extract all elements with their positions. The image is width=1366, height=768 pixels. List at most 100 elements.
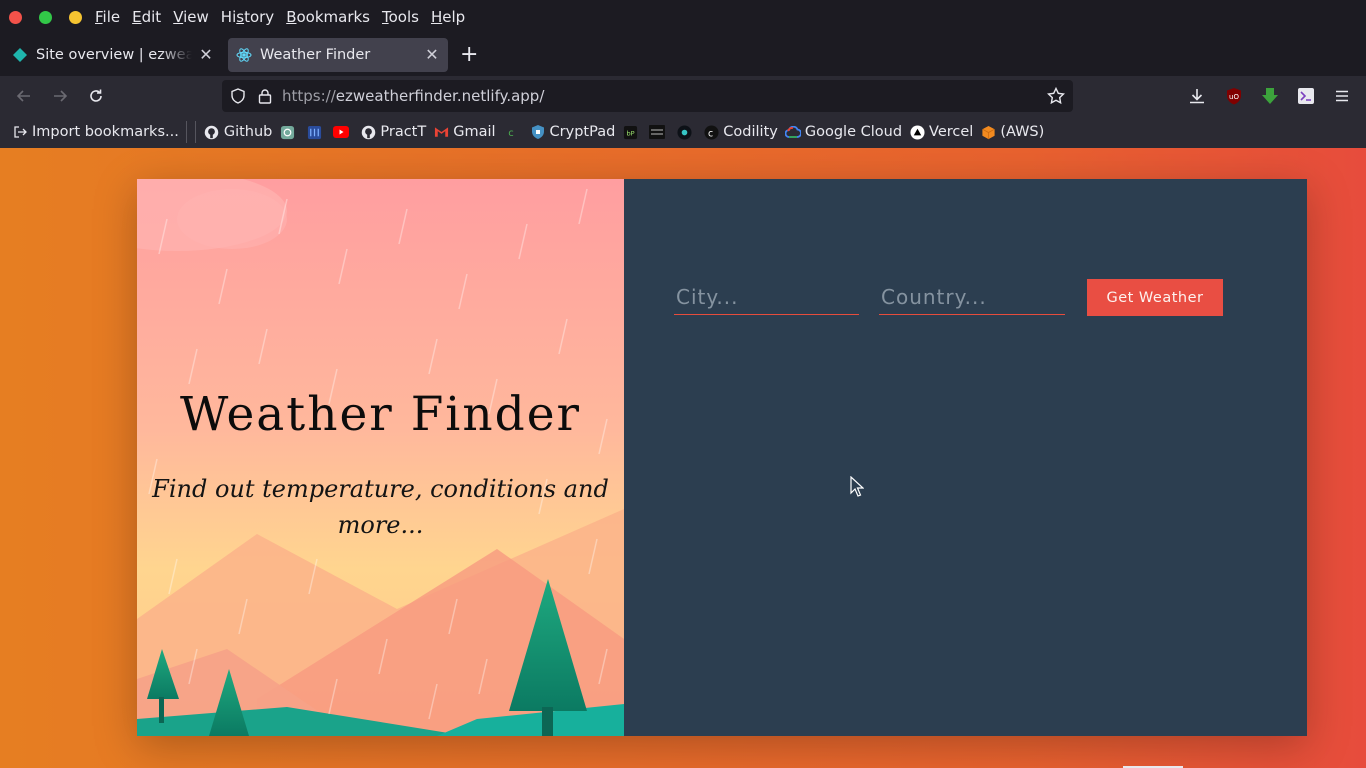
bookmark-item[interactable] [676,124,696,140]
bookmark-item[interactable]: Vercel [909,124,973,140]
bookmark-label: Github [223,124,273,140]
bp-icon: bP [622,124,638,140]
menu-item[interactable]: Edit [132,8,161,26]
tab-strip: Site overview | ezweatherfinder ✕ Weathe… [0,34,1366,76]
back-arrow-icon [16,90,30,102]
download-helper-extension-icon[interactable] [1258,84,1282,108]
menu-item[interactable]: Bookmarks [286,8,370,26]
bookmark-item[interactable]: Github [204,124,273,140]
menu-item[interactable]: History [221,8,274,26]
rainy-landscape-illustration [137,179,624,736]
bookmark-label: Vercel [929,124,974,140]
menu-items: File Edit View History Bookmarks Tools Help [95,8,477,26]
shield-icon[interactable] [230,88,246,108]
aws-icon [980,124,996,140]
tab-weather-finder[interactable]: Weather Finder ✕ [228,38,448,72]
blue-app-icon [306,124,322,140]
mouse-cursor-icon [850,476,864,497]
country-field [879,279,1065,315]
bookmarks-separator [194,121,196,143]
vercel-icon [909,124,925,140]
weather-card: Weather Finder Find out temperature, con… [137,179,1307,736]
url-text[interactable]: https://ezweatherfinder.netlify.app/ [282,87,544,105]
country-input[interactable] [879,279,1065,314]
title-panel: Weather Finder Find out temperature, con… [137,179,624,736]
maximize-window-button[interactable] [39,10,52,24]
bookmark-item[interactable]: Import bookmarks... [12,124,179,140]
bookmark-item[interactable] [333,124,353,140]
bookmark-label: CryptPad [549,124,616,140]
close-tab-icon[interactable]: ✕ [198,47,214,63]
bookmark-item[interactable]: CryptPad [530,124,616,140]
bookmark-label: (AWS) [1000,124,1045,140]
bookmark-item[interactable] [649,124,669,140]
terminal-extension-icon[interactable] [1294,84,1318,108]
download-icon [1190,89,1204,104]
ublock-extension-icon[interactable]: uO [1222,84,1246,108]
google-cloud-icon [784,124,801,140]
svg-text:bP: bP [626,129,634,137]
bookmark-item[interactable]: c Codility [703,124,778,140]
bookmark-item[interactable]: Google Cloud [784,124,903,140]
bookmark-item[interactable]: (AWS) [980,124,1044,140]
bookmark-item[interactable]: PractT [360,124,426,140]
dark-circle-icon [676,124,692,140]
get-weather-button[interactable]: Get Weather [1087,279,1223,316]
tab-title: Site overview | ezweatherfinder [36,47,192,63]
forward-button[interactable] [48,84,72,108]
menu-item[interactable]: Tools [382,8,419,26]
reload-button[interactable] [84,84,108,108]
form-panel: Get Weather [624,179,1307,736]
github-icon [360,124,376,140]
bookmark-label: Google Cloud [804,124,903,140]
svg-text:c: c [508,128,514,139]
netlify-icon [12,47,28,63]
reload-icon [90,89,102,102]
youtube-icon [333,124,350,140]
bookmark-item[interactable]: bP [622,124,642,140]
minimize-window-button[interactable] [69,10,82,24]
page-background: Weather Finder Find out temperature, con… [0,148,1366,768]
bookmarks-separator [185,121,187,143]
gmail-icon [433,124,449,140]
close-tab-icon[interactable]: ✕ [424,47,440,63]
lock-icon[interactable] [258,88,272,108]
svg-text:uO: uO [1229,93,1239,101]
bookmark-label: PractT [380,124,427,140]
import-icon [12,124,28,140]
navigation-bar: https://ezweatherfinder.netlify.app/ uO [0,76,1366,116]
menu-bar: File Edit View History Bookmarks Tools Help [0,0,1366,34]
hamburger-menu-icon[interactable] [1330,84,1354,108]
bookmark-label: Gmail [453,124,496,140]
svg-text:c: c [708,128,713,139]
cryptpad-icon [530,124,546,140]
tab-site-overview[interactable]: Site overview | ezweatherfinder ✕ [4,38,222,72]
bookmark-star-icon[interactable] [1046,86,1066,109]
forward-arrow-icon [54,90,68,102]
tab-title: Weather Finder [260,47,371,63]
new-tab-button[interactable]: + [460,44,478,66]
dark-box-icon [649,124,666,140]
bookmark-label: Import bookmarks... [32,124,179,140]
bookmark-item[interactable]: Gmail [433,124,496,140]
downloads-button[interactable] [1185,84,1209,108]
menu-item[interactable]: Help [431,8,465,26]
menu-item[interactable]: View [173,8,209,26]
app-subtitle: Find out temperature, conditions and mor… [152,475,609,539]
bookmark-item[interactable] [279,124,299,140]
green-c-icon: c [503,124,519,140]
close-window-button[interactable] [9,10,22,24]
url-bar[interactable]: https://ezweatherfinder.netlify.app/ [222,80,1073,112]
app-title: Weather Finder [180,387,581,442]
bookmark-item[interactable]: c [503,124,523,140]
bookmark-label: Codility [723,124,778,140]
bookmark-item[interactable] [306,124,326,140]
city-input[interactable] [674,279,859,314]
menu-item[interactable]: File [95,8,120,26]
openai-icon [279,124,295,140]
bookmarks-bar: Import bookmarks... Github PractT Gmail c Cry… [0,116,1366,148]
window-controls [9,10,94,24]
back-button[interactable] [12,84,36,108]
codility-icon: c [703,124,719,140]
city-field [674,279,859,315]
